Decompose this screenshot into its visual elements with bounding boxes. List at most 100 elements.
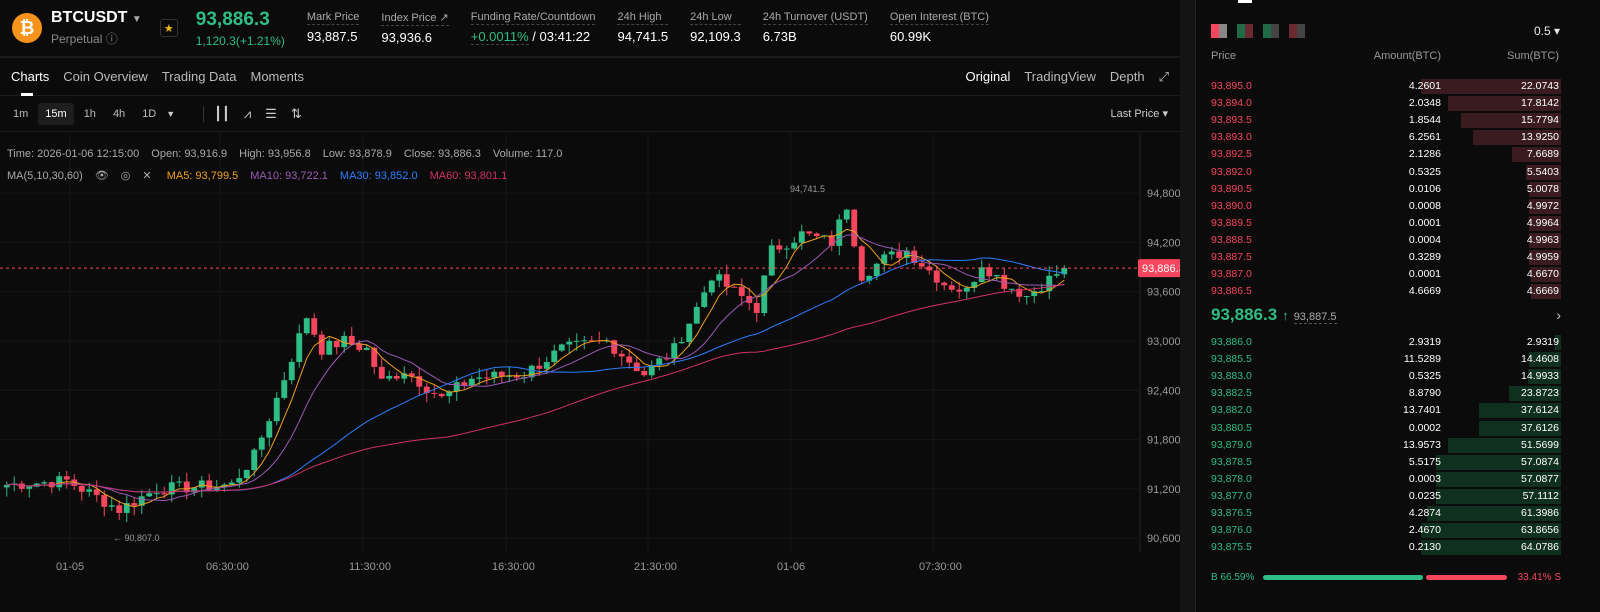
ask-row[interactable]: 93,892.0 0.5325 5.5403 [1211, 164, 1561, 181]
tick-size-selector[interactable]: 0.5 ▾ [1534, 24, 1560, 38]
ma10-value: MA10: 93,722.1 [250, 170, 328, 182]
ask-row[interactable]: 93,893.0 6.2561 13.9250 [1211, 129, 1561, 146]
bid-row[interactable]: 93,878.0 0.0003 57.0877 [1211, 471, 1561, 488]
candle-type-icon[interactable]: ┃┃ [214, 106, 230, 122]
candle [978, 267, 985, 283]
ask-row[interactable]: 93,893.5 1.8544 15.7794 [1211, 112, 1561, 129]
stat-item: 24h Low 92,109.3 [690, 11, 741, 45]
candle [303, 318, 310, 334]
interval-1d[interactable]: 1D [135, 103, 163, 125]
view-tradingview[interactable]: TradingView [1024, 69, 1096, 84]
sum: 4.6669 [1526, 285, 1559, 298]
bid-row[interactable]: 93,882.5 8.8790 23.8723 [1211, 385, 1561, 402]
ask-row[interactable]: 93,887.5 0.3289 4.9959 [1211, 249, 1561, 266]
ask-row[interactable]: 93,886.5 4.6669 4.6669 [1211, 283, 1561, 300]
settings-icon[interactable]: ◎ [121, 170, 131, 182]
amount: 0.3289 [1408, 251, 1441, 263]
interval-dropdown-icon[interactable]: ▼ [166, 109, 175, 119]
ask-row[interactable]: 93,892.5 2.1286 7.6689 [1211, 146, 1561, 163]
amount: 2.0348 [1408, 97, 1441, 110]
view-asks-only-icon[interactable] [1289, 24, 1305, 38]
bid-row[interactable]: 93,876.0 2.4670 63.8656 [1211, 522, 1561, 539]
sum: 14.9933 [1521, 370, 1559, 383]
ask-row[interactable]: 93,890.0 0.0008 4.9972 [1211, 198, 1561, 215]
interval-15m[interactable]: 15m [38, 102, 74, 125]
interval-4h[interactable]: 4h [106, 103, 132, 125]
stat-value: 60.99K [889, 29, 932, 44]
fullscreen-icon[interactable]: ⤢ [1159, 69, 1169, 85]
ask-row[interactable]: 93,889.5 0.0001 4.9964 [1211, 215, 1561, 232]
candle [131, 503, 138, 506]
price: 93,876.5 [1211, 507, 1252, 519]
candle [311, 318, 318, 335]
price: 93,877.0 [1211, 489, 1252, 502]
view-both-icon[interactable] [1211, 24, 1227, 38]
candle [686, 323, 693, 342]
price: 93,886.0 [1211, 336, 1252, 348]
bid-row[interactable]: 93,880.5 0.0002 37.6126 [1211, 420, 1561, 437]
ask-row[interactable]: 93,895.0 4.2601 22.0743 [1211, 78, 1561, 95]
tab-trading-data[interactable]: Trading Data [162, 69, 237, 84]
tab-coin-overview[interactable]: Coin Overview [63, 69, 148, 84]
mid-price: 93,886.3 ↑ 93,887.5 › [1211, 305, 1561, 325]
price: 93,893.0 [1211, 131, 1252, 144]
buy-sell-ratio: B 66.59% 33.41% S [1211, 572, 1561, 583]
bid-row[interactable]: 93,877.0 0.0235 57.1112 [1211, 488, 1561, 505]
sell-bar [1426, 575, 1507, 580]
tab-moments[interactable]: Moments [251, 69, 304, 84]
sum: 64.0786 [1521, 541, 1559, 554]
candle [78, 485, 85, 492]
bid-row[interactable]: 93,875.5 0.2130 64.0786 [1211, 539, 1561, 556]
view-original[interactable]: Original [966, 69, 1011, 84]
candle [288, 361, 295, 381]
info-low: Low: 93,878.9 [322, 148, 392, 160]
amount: 1.8544 [1408, 114, 1441, 127]
price: 93,893.5 [1211, 114, 1252, 127]
ask-row[interactable]: 93,894.0 2.0348 17.8142 [1211, 95, 1561, 112]
stat-item: Open Interest (BTC) 60.99K [889, 11, 989, 45]
view-depth[interactable]: Depth [1110, 69, 1145, 84]
sum: 2.9319 [1526, 336, 1559, 348]
candlestick-chart[interactable]: 94,800.0 94,200.0 93,600.0 93,000.0 92,400.0… [0, 133, 1180, 612]
close-icon[interactable]: ✕ [142, 170, 151, 182]
eye-icon[interactable]: 👁 [95, 170, 109, 182]
amount: 0.5325 [1408, 370, 1441, 383]
chart-settings-icon[interactable]: ⇅ [291, 106, 302, 122]
x-tick-label: 06:30:00 [206, 561, 249, 573]
view-bids-only-icon[interactable] [1263, 24, 1279, 38]
amount: 0.0008 [1408, 199, 1441, 212]
bid-row[interactable]: 93,879.0 13.9573 51.5699 [1211, 437, 1561, 454]
ask-row[interactable]: 93,887.0 0.0001 4.6670 [1211, 266, 1561, 283]
candle [86, 489, 93, 492]
indicators-icon[interactable]: ⩘ [244, 106, 251, 122]
interval-1h[interactable]: 1h [77, 103, 103, 125]
info-icon[interactable]: ⓘ [106, 32, 118, 46]
header-sum: Sum(BTC) [1507, 50, 1559, 62]
bid-row[interactable]: 93,878.5 5.5175 57.0874 [1211, 454, 1561, 471]
drawing-tools-icon[interactable]: ☰ [265, 106, 277, 122]
bid-row[interactable]: 93,883.0 0.5325 14.9933 [1211, 368, 1561, 385]
bid-row[interactable]: 93,876.5 4.2874 61.3986 [1211, 505, 1561, 522]
interval-1m[interactable]: 1m [6, 103, 35, 125]
sum: 7.6689 [1526, 148, 1559, 161]
view-bids-icon[interactable] [1237, 24, 1253, 38]
panel-splitter[interactable] [1180, 0, 1195, 612]
bid-row[interactable]: 93,882.0 13.7401 37.6124 [1211, 402, 1561, 419]
chevron-right-icon[interactable]: › [1556, 307, 1561, 323]
tab-charts[interactable]: Charts [11, 69, 49, 96]
candle [26, 486, 33, 489]
bid-row[interactable]: 93,885.5 11.5289 14.4608 [1211, 351, 1561, 368]
candle [963, 287, 970, 292]
sum: 4.9959 [1526, 251, 1559, 263]
favorite-star-icon[interactable]: ★ [159, 19, 178, 37]
ask-row[interactable]: 93,888.5 0.0004 4.9963 [1211, 232, 1561, 249]
sum: 15.7794 [1521, 114, 1559, 127]
ask-row[interactable]: 93,890.5 0.0106 5.0078 [1211, 181, 1561, 198]
amount: 0.0002 [1408, 421, 1441, 434]
price: 93,890.5 [1211, 182, 1252, 195]
last-price-selector[interactable]: Last Price ▾ [1111, 107, 1169, 120]
info-close: Close: 93,886.3 [403, 148, 481, 160]
symbol-selector[interactable]: BTCUSDT ▼ Perpetual ⓘ [51, 9, 142, 47]
bid-row[interactable]: 93,886.0 2.9319 2.9319 [1211, 334, 1561, 351]
candle [468, 378, 475, 386]
